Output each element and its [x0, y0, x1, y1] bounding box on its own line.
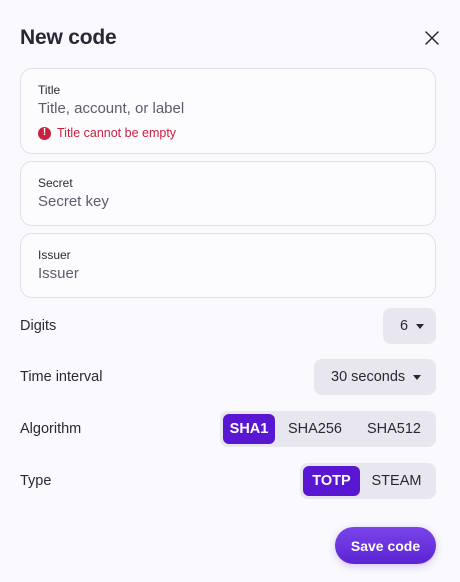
- algorithm-option-sha256[interactable]: SHA256: [275, 414, 355, 444]
- digits-row: Digits 6: [20, 308, 436, 344]
- time-interval-dropdown[interactable]: 30 seconds: [314, 359, 436, 395]
- title-field-label: Title: [38, 83, 61, 97]
- issuer-input[interactable]: [38, 265, 418, 282]
- digits-label: Digits: [20, 318, 57, 334]
- chevron-down-icon: [413, 374, 422, 380]
- secret-input[interactable]: [38, 193, 418, 210]
- dialog-title: New code: [20, 26, 117, 49]
- time-interval-row: Time interval 30 seconds: [20, 359, 436, 395]
- save-code-button[interactable]: Save code: [335, 527, 436, 564]
- time-interval-label: Time interval: [20, 369, 103, 385]
- dialog-header: New code: [20, 24, 440, 52]
- close-button[interactable]: [420, 26, 444, 50]
- title-field[interactable]: Title ! Title cannot be empty: [20, 68, 436, 154]
- type-selector: TOTP STEAM: [300, 463, 436, 499]
- type-option-steam[interactable]: STEAM: [360, 466, 433, 496]
- close-icon: [425, 31, 439, 45]
- type-row: Type TOTP STEAM: [20, 463, 436, 499]
- digits-dropdown[interactable]: 6: [383, 308, 436, 344]
- type-option-totp[interactable]: TOTP: [303, 466, 360, 496]
- secret-field-label: Secret: [38, 176, 73, 190]
- secret-field[interactable]: Secret: [20, 161, 436, 226]
- digits-value: 6: [400, 318, 409, 334]
- title-error: ! Title cannot be empty: [38, 126, 418, 140]
- algorithm-option-sha1[interactable]: SHA1: [223, 414, 275, 444]
- algorithm-label: Algorithm: [20, 421, 82, 437]
- algorithm-row: Algorithm SHA1 SHA256 SHA512: [20, 411, 436, 447]
- chevron-down-icon: [416, 323, 425, 329]
- title-error-text: Title cannot be empty: [57, 126, 177, 140]
- algorithm-option-sha512[interactable]: SHA512: [355, 414, 433, 444]
- type-label: Type: [20, 473, 52, 489]
- algorithm-selector: SHA1 SHA256 SHA512: [220, 411, 436, 447]
- time-interval-value: 30 seconds: [331, 369, 406, 385]
- issuer-field[interactable]: Issuer: [20, 233, 436, 298]
- title-input[interactable]: [38, 100, 418, 117]
- error-icon: !: [38, 126, 51, 140]
- issuer-field-label: Issuer: [38, 248, 71, 262]
